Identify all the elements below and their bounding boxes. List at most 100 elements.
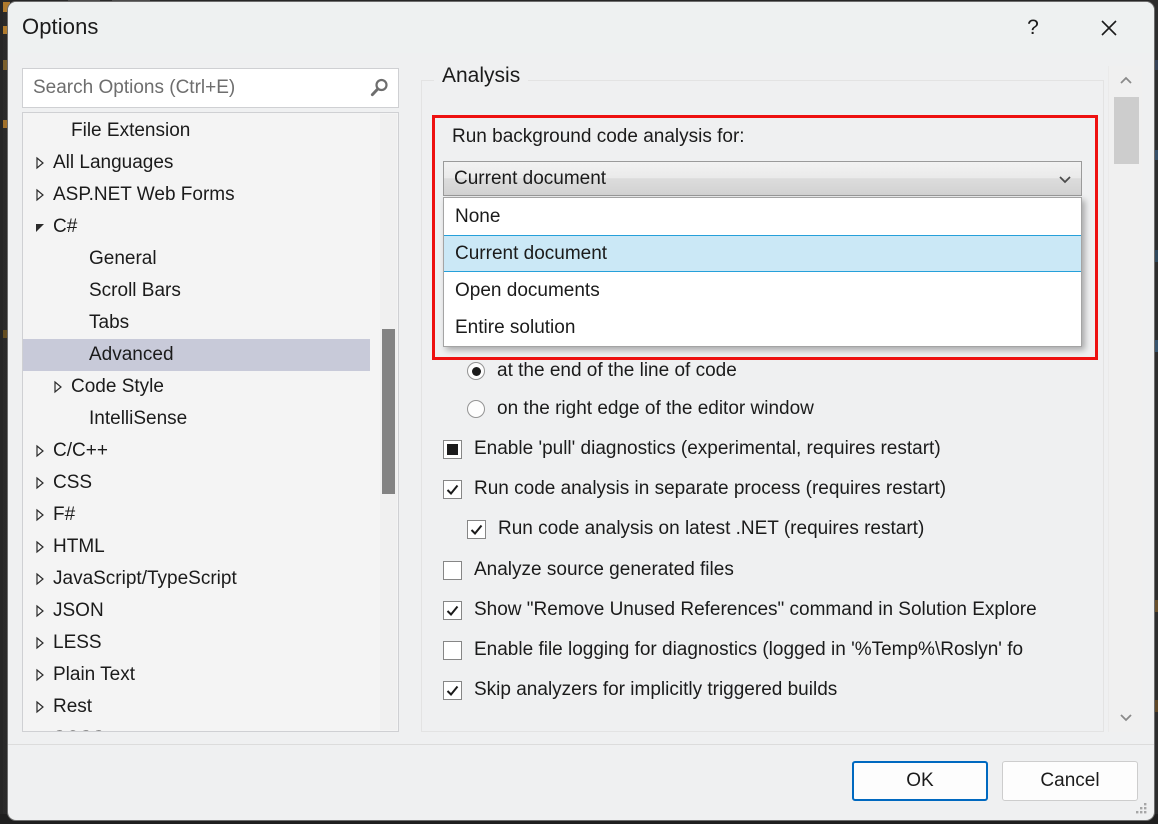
tree-item-all-languages[interactable]: All Languages (23, 147, 370, 179)
radio-on-the-right-edge-of-the-editor[interactable]: on the right edge of the editor window (467, 398, 814, 420)
chevron-right-icon[interactable] (31, 188, 49, 202)
checkbox-checked-icon[interactable] (443, 480, 462, 499)
checkbox-label: Skip analyzers for implicitly triggered … (474, 679, 837, 701)
scroll-up-icon[interactable] (1109, 66, 1143, 96)
checkbox-label: Run code analysis on latest .NET (requir… (498, 518, 924, 540)
tree-item-file-extension[interactable]: File Extension (23, 115, 370, 147)
background-analysis-dropdown[interactable]: None Current document Open documents Entire… (443, 197, 1082, 347)
checkbox-skip-analyzers-for-implicitly-trig[interactable]: Skip analyzers for implicitly triggered … (443, 679, 837, 701)
analysis-options-pane: Run background code analysis for: Curren… (422, 81, 1103, 731)
chevron-right-icon[interactable] (31, 540, 49, 554)
options-tree[interactable]: File Extension All Languages ASP.NET Web F… (22, 112, 399, 732)
dropdown-option-open-documents[interactable]: Open documents (444, 272, 1081, 309)
tree-item-label: File Extension (67, 120, 190, 142)
tree-item-tabs[interactable]: Tabs (23, 307, 370, 339)
radio-at-the-end-of-the-line-of-code[interactable]: at the end of the line of code (467, 360, 737, 382)
checkbox-unchecked-icon[interactable] (443, 561, 462, 580)
checkbox-show-remove-unused-references-comm[interactable]: Show "Remove Unused References" command … (443, 599, 1037, 621)
chevron-right-icon[interactable] (31, 156, 49, 170)
help-button[interactable]: ? (1002, 2, 1064, 53)
dropdown-option-label: Current document (455, 243, 607, 265)
search-box[interactable] (22, 68, 399, 108)
dropdown-option-none[interactable]: None (444, 198, 1081, 235)
search-input[interactable] (23, 77, 362, 99)
dropdown-option-current-document[interactable]: Current document (444, 235, 1081, 272)
tree-item-scroll-bars[interactable]: Scroll Bars (23, 275, 370, 307)
options-pane-scrollbar[interactable] (1108, 66, 1142, 732)
tree-item-label: JSON (49, 600, 104, 622)
checkbox-indeterminate-icon[interactable] (443, 440, 462, 459)
chevron-right-icon[interactable] (31, 636, 49, 650)
chevron-down-icon[interactable] (31, 220, 49, 234)
chevron-right-icon[interactable] (49, 380, 67, 394)
tree-item-f[interactable]: F# (23, 499, 370, 531)
checkbox-enable-file-logging-for-diagnostic[interactable]: Enable file logging for diagnostics (log… (443, 639, 1023, 661)
tree-item-label: C/C++ (49, 440, 108, 462)
checkbox-label: Run code analysis in separate process (r… (474, 478, 946, 500)
tree-scrollbar-thumb[interactable] (382, 329, 395, 494)
tree-item-label: LESS (49, 632, 102, 654)
tree-item-label: Tabs (85, 312, 129, 334)
checkbox-analyze-source-generated-files[interactable]: Analyze source generated files (443, 559, 734, 581)
tree-item-label: JavaScript/TypeScript (49, 568, 237, 590)
checkbox-checked-icon[interactable] (443, 601, 462, 620)
cancel-button[interactable]: Cancel (1002, 761, 1138, 801)
chevron-right-icon[interactable] (31, 604, 49, 618)
tree-item-c-c[interactable]: C/C++ (23, 435, 370, 467)
radio-unchecked-icon[interactable] (467, 400, 485, 418)
tree-item-intellisense[interactable]: IntelliSense (23, 403, 370, 435)
dropdown-option-label: None (455, 206, 500, 228)
tree-item-label: F# (49, 504, 75, 526)
chevron-right-icon[interactable] (31, 700, 49, 714)
radio-checked-icon[interactable] (467, 362, 485, 380)
background-analysis-label: Run background code analysis for: (452, 126, 745, 148)
tree-item-label: Scroll Bars (85, 280, 181, 302)
checkbox-label: Show "Remove Unused References" command … (474, 599, 1037, 621)
dialog-titlebar: Options ? (8, 2, 1154, 53)
tree-item-rest[interactable]: Rest (23, 691, 370, 723)
dialog-title: Options (22, 14, 99, 40)
checkbox-checked-icon[interactable] (443, 681, 462, 700)
chevron-right-icon[interactable] (31, 508, 49, 522)
tree-item-c[interactable]: C# (23, 211, 370, 243)
search-icon[interactable] (362, 77, 398, 99)
tree-item-label: Code Style (67, 376, 164, 398)
tree-item-label: IntelliSense (85, 408, 187, 430)
checkbox-enable-pull-diagnostics-experiment[interactable]: Enable 'pull' diagnostics (experimental,… (443, 438, 941, 460)
radio-label: on the right edge of the editor window (497, 398, 814, 420)
chevron-right-icon[interactable] (31, 572, 49, 586)
tree-item-scss[interactable]: SCSS (23, 723, 370, 732)
dropdown-option-entire-solution[interactable]: Entire solution (444, 309, 1081, 346)
chevron-right-icon[interactable] (31, 668, 49, 682)
resize-grip[interactable] (1132, 799, 1148, 815)
tree-item-advanced[interactable]: Advanced (23, 339, 370, 371)
scrollbar-thumb[interactable] (1114, 97, 1139, 164)
tree-item-javascript-typescript[interactable]: JavaScript/TypeScript (23, 563, 370, 595)
chevron-right-icon[interactable] (31, 444, 49, 458)
tree-item-css[interactable]: CSS (23, 467, 370, 499)
tree-item-label: Rest (49, 696, 92, 718)
close-button[interactable] (1078, 2, 1140, 53)
checkbox-run-code-analysis-in-separate-proc[interactable]: Run code analysis in separate process (r… (443, 478, 946, 500)
chevron-right-icon[interactable] (31, 476, 49, 490)
checkbox-run-code-analysis-on-latest-net-re[interactable]: Run code analysis on latest .NET (requir… (467, 518, 924, 540)
chevron-down-icon[interactable] (1049, 170, 1081, 188)
scroll-down-icon[interactable] (1109, 702, 1143, 732)
tree-item-less[interactable]: LESS (23, 627, 370, 659)
tree-item-asp-net-web-forms[interactable]: ASP.NET Web Forms (23, 179, 370, 211)
dropdown-option-label: Entire solution (455, 317, 575, 339)
ok-button[interactable]: OK (852, 761, 988, 801)
checkbox-label: Enable 'pull' diagnostics (experimental,… (474, 438, 941, 460)
checkbox-unchecked-icon[interactable] (443, 641, 462, 660)
tree-scrollbar[interactable] (380, 114, 397, 730)
tree-item-html[interactable]: HTML (23, 531, 370, 563)
checkbox-checked-icon[interactable] (467, 520, 486, 539)
tree-item-json[interactable]: JSON (23, 595, 370, 627)
tree-item-label: Advanced (85, 344, 174, 366)
tree-item-plain-text[interactable]: Plain Text (23, 659, 370, 691)
tree-item-label: All Languages (49, 152, 173, 174)
tree-item-code-style[interactable]: Code Style (23, 371, 370, 403)
background-analysis-combobox[interactable]: Current document (443, 161, 1082, 196)
options-dialog: Options ? File Extension All Languages ASP… (8, 2, 1154, 820)
tree-item-general[interactable]: General (23, 243, 370, 275)
